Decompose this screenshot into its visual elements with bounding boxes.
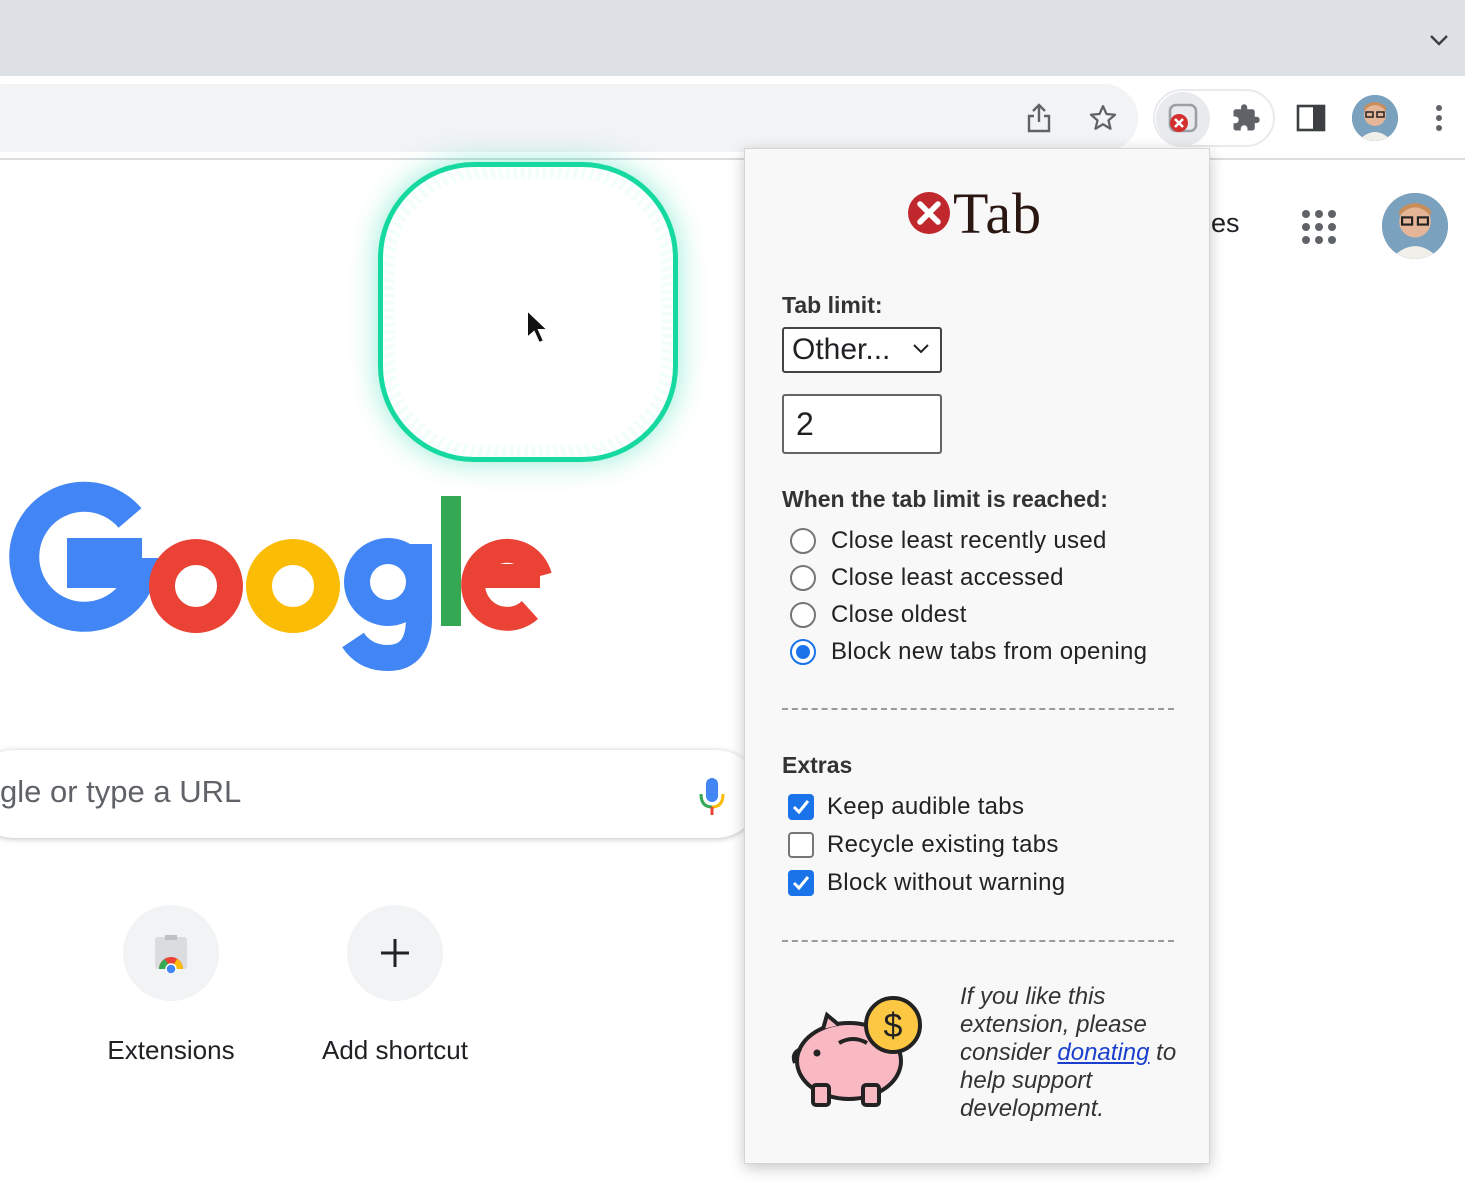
tab-strip	[0, 0, 1465, 76]
shortcut-extensions[interactable]: Extensions	[61, 905, 281, 1066]
option-close-least-accessed[interactable]: Close least accessed	[790, 564, 1064, 592]
apps-grid-icon	[1302, 210, 1336, 244]
tab-limit-select[interactable]: Other...	[782, 327, 942, 373]
option-close-lru[interactable]: Close least recently used	[790, 527, 1107, 555]
shortcut-tile	[123, 905, 219, 1001]
radio-button[interactable]	[790, 565, 816, 591]
divider	[782, 708, 1174, 710]
checkmark-icon	[792, 876, 810, 891]
xtab-extension-icon	[1168, 103, 1198, 133]
shortcut-label: Extensions	[107, 1035, 235, 1065]
side-panel-icon	[1296, 104, 1326, 132]
svg-text:$: $	[884, 1007, 903, 1045]
option-label: Close least recently used	[831, 527, 1107, 554]
google-account-avatar[interactable]	[1382, 193, 1448, 259]
xtab-popup: Tab Tab limit: Other... 2 When the tab l…	[744, 148, 1210, 1164]
extra-label: Keep audible tabs	[827, 793, 1025, 820]
mouse-cursor-icon	[526, 308, 551, 345]
logo-text: Tab	[953, 180, 1043, 246]
close-circle-icon	[908, 192, 950, 234]
puzzle-piece-icon	[1233, 104, 1260, 131]
user-photo-icon	[1352, 95, 1398, 141]
microphone-icon[interactable]	[696, 776, 728, 816]
shortcut-tile	[347, 905, 443, 1001]
divider	[782, 940, 1174, 942]
chrome-menu-button[interactable]	[1415, 94, 1463, 142]
when-reached-label: When the tab limit is reached:	[782, 486, 1108, 512]
extra-keep-audible[interactable]: Keep audible tabs	[788, 793, 1024, 821]
checkbox[interactable]	[788, 832, 814, 858]
checkbox-checked[interactable]	[788, 870, 814, 896]
donate-message: If you like this extension, please consi…	[960, 983, 1180, 1123]
plus-icon	[381, 939, 409, 967]
share-icon	[1027, 103, 1051, 133]
option-label: Block new tabs from opening	[831, 638, 1148, 665]
checkbox-checked[interactable]	[788, 794, 814, 820]
more-vert-icon	[1436, 105, 1442, 131]
option-label: Close oldest	[831, 601, 967, 628]
tab-limit-input[interactable]: 2	[782, 394, 942, 454]
toolbar	[0, 76, 1465, 160]
xtab-logo: Tab	[907, 180, 1057, 246]
checkmark-icon	[792, 800, 810, 815]
profile-avatar[interactable]	[1352, 95, 1398, 141]
shortcut-add[interactable]: Add shortcut	[285, 905, 505, 1066]
extra-label: Recycle existing tabs	[827, 831, 1059, 858]
extra-block-without-warning[interactable]: Block without warning	[788, 869, 1065, 897]
extras-label: Extras	[782, 752, 853, 778]
side-panel-button[interactable]	[1287, 94, 1335, 142]
donate-link[interactable]: donating	[1057, 1039, 1149, 1066]
shortcut-label: Add shortcut	[322, 1035, 468, 1065]
xtab-extension-button[interactable]	[1156, 92, 1210, 146]
user-photo-icon	[1382, 193, 1448, 259]
chevron-down-icon	[1430, 35, 1448, 46]
tab-search-button[interactable]	[1427, 28, 1451, 52]
extra-label: Block without warning	[827, 869, 1066, 896]
extra-recycle-existing[interactable]: Recycle existing tabs	[788, 831, 1059, 859]
extensions-menu-button[interactable]	[1222, 94, 1270, 142]
address-bar[interactable]	[0, 84, 1138, 152]
option-label: Close least accessed	[831, 564, 1064, 591]
piggy-bank-icon: $	[791, 996, 922, 1107]
tab-limit-select-value: Other...	[792, 333, 891, 366]
radio-button[interactable]	[790, 528, 816, 554]
share-button[interactable]	[1015, 94, 1063, 142]
chrome-web-store-icon	[155, 935, 187, 973]
google-logo	[9, 481, 552, 672]
radio-button-selected[interactable]	[790, 639, 816, 665]
option-close-oldest[interactable]: Close oldest	[790, 601, 967, 629]
bookmark-star-button[interactable]	[1079, 94, 1127, 142]
google-apps-button[interactable]	[1300, 208, 1338, 246]
search-placeholder: gle or type a URL	[0, 774, 242, 809]
radio-button[interactable]	[790, 602, 816, 628]
option-block-new-tabs[interactable]: Block new tabs from opening	[790, 638, 1147, 666]
chevron-down-icon	[913, 344, 929, 354]
star-icon	[1089, 105, 1117, 130]
tab-limit-label: Tab limit:	[782, 292, 883, 318]
